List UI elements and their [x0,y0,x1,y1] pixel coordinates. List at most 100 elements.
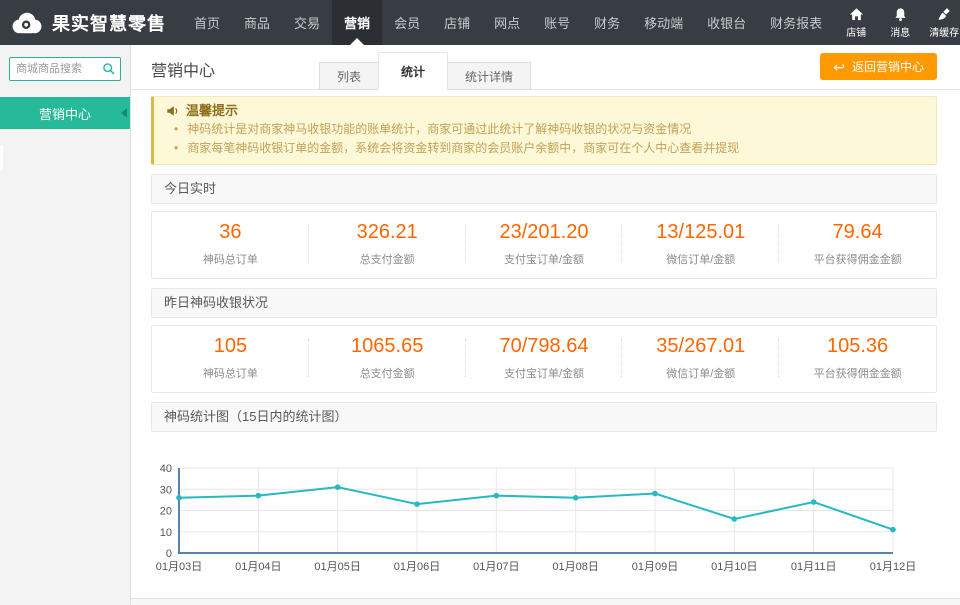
quick-shop-button[interactable]: 店铺 [834,7,878,39]
svg-text:01月08日: 01月08日 [552,561,598,573]
stat-label: 支付宝订单/金额 [503,368,585,380]
section-title: 昨日神码收银状况 [164,295,269,310]
nav-item-店铺[interactable]: 店铺 [432,0,482,45]
svg-text:20: 20 [160,506,172,518]
page-title: 营销中心 [151,63,216,80]
stat-总支付金额: 326.21 总支付金额 [309,221,466,267]
stat-label: 平台获得佣金金额 [813,368,902,380]
stat-label: 支付宝订单/金额 [503,254,585,266]
stat-神码总订单: 36 神码总订单 [152,221,309,267]
nav-item-交易[interactable]: 交易 [282,0,332,45]
sidebar-item-marketing-center[interactable]: 营销中心 [0,97,130,129]
svg-text:01月04日: 01月04日 [235,561,281,573]
svg-text:01月10日: 01月10日 [711,561,757,573]
nav-item-label: 营销 [344,16,371,31]
tab-statistics[interactable]: 统计 [378,52,449,90]
bell-icon [895,7,906,21]
svg-text:01月06日: 01月06日 [394,561,440,573]
stat-微信订单/金额: 13/125.01 微信订单/金额 [622,221,779,267]
svg-text:0: 0 [166,548,172,560]
home-icon [849,7,863,20]
svg-text:01月11日: 01月11日 [791,561,837,573]
yesterday-stats-card: 105 神码总订单 1065.65 总支付金额 70/798.64 支付宝订单/金额 35/… [151,325,937,393]
nav-item-网点[interactable]: 网点 [482,0,532,45]
back-button-label: 返回营销中心 [851,60,924,74]
chart-svg: 0 10 20 30 40 01月03日 01月04日 01月05日 01月06日 01月07日 0… [156,463,916,573]
tips-line: 商家每笔神码收银订单的金额，系统会将资金转到商家的会员账户余额中，商家可在个人中… [166,141,924,156]
section-title: 神码统计图（15日内的统计图） [164,409,348,424]
stat-支付宝订单/金额: 23/201.20 支付宝订单/金额 [466,221,623,267]
back-arrow-icon: ↩ [833,58,845,75]
quick-messages-button[interactable]: 消息 [878,7,922,39]
stat-label: 微信订单/金额 [666,254,736,266]
nav-item-商品[interactable]: 商品 [232,0,282,45]
nav-item-会员[interactable]: 会员 [382,0,432,45]
tips-box: 温馨提示 神码统计是对商家神马收银功能的账单统计，商家可通过此统计了解神码收银的… [151,96,937,165]
search-icon[interactable] [102,62,116,76]
sidebar: 营销中心 [0,45,130,605]
stat-label: 平台获得佣金金额 [813,254,902,266]
stat-value: 1065.65 [351,335,424,357]
section-header-yesterday: 昨日神码收银状况 [151,288,937,318]
stat-value: 326.21 [356,221,418,243]
tab-list[interactable]: 列表 [319,62,380,90]
today-stats-card: 36 神码总订单 326.21 总支付金额 23/201.20 支付宝订单/金额 13/12… [151,211,937,279]
brand-name: 果实智慧零售 [52,13,166,34]
svg-text:30: 30 [160,484,172,496]
megaphone-icon [167,105,178,116]
nav-item-label: 交易 [294,16,321,31]
svg-text:01月09日: 01月09日 [632,561,678,573]
nav-item-label: 收银台 [707,16,747,31]
nav-item-移动端[interactable]: 移动端 [632,0,695,45]
svg-text:10: 10 [160,527,172,539]
sidebar-item-label: 营销中心 [38,106,91,122]
nav-item-营销[interactable]: 营销 [332,0,383,45]
nav-item-label: 账号 [544,16,571,31]
stat-label: 微信订单/金额 [666,368,736,380]
stat-value: 105 [213,335,248,357]
nav-item-label: 财务报表 [770,16,823,31]
stat-value: 105.36 [827,335,889,357]
stat-支付宝订单/金额: 70/798.64 支付宝订单/金额 [466,335,623,381]
tips-title: 温馨提示 [186,103,239,118]
main-content: 营销中心 列表 统计 统计详情 ↩ 返回营销中心 温馨提示 • 神码统计是对商家… [130,45,960,605]
nav-item-label: 移动端 [644,16,684,31]
tab-statistics-detail[interactable]: 统计详情 [447,62,532,90]
nav-item-label: 会员 [394,16,421,31]
sidebar-search [9,57,121,81]
nav-item-财务报表[interactable]: 财务报表 [758,0,834,45]
quick-clear-cache-button[interactable]: 清缓存 [922,7,960,39]
nav-item-收银台[interactable]: 收银台 [695,0,758,45]
svg-text:01月12日: 01月12日 [870,561,916,573]
nav-item-label: 商品 [244,16,271,31]
stat-value: 13/125.01 [656,221,746,243]
section-header-chart: 神码统计图（15日内的统计图） [151,402,937,432]
tab-bar: 列表 统计 统计详情 [319,52,532,90]
stat-平台获得佣金金额: 105.36 平台获得佣金金额 [779,335,936,381]
topbar-nav: 首页 商品 交易 营销 会员 店铺 网点 账号 财务 移动端 收银台 财务报表 [182,0,834,45]
nav-item-账号[interactable]: 账号 [532,0,582,45]
stat-value: 23/201.20 [499,221,589,243]
active-nav-notch [350,38,365,45]
content-header: 营销中心 列表 统计 统计详情 ↩ 返回营销中心 [131,45,960,90]
quick-shop-label: 店铺 [846,27,867,39]
stat-平台获得佣金金额: 79.64 平台获得佣金金额 [779,221,936,267]
brand[interactable]: 果实智慧零售 [0,0,182,45]
page: 果实智慧零售 首页 商品 交易 营销 会员 店铺 网点 账号 财务 移动端 收银台 财务报表 店铺 消… [0,0,960,605]
stat-value: 70/798.64 [499,335,589,357]
svg-text:01月03日: 01月03日 [156,561,202,573]
topbar-quick: 店铺 消息 清缓存 [834,0,960,45]
quick-messages-label: 消息 [890,27,911,39]
nav-item-首页[interactable]: 首页 [182,0,232,45]
nav-item-label: 财务 [594,16,621,31]
nav-item-财务[interactable]: 财务 [582,0,632,45]
content-body: 温馨提示 神码统计是对商家神马收银功能的账单统计，商家可通过此统计了解神码收银的… [131,96,960,591]
stat-label: 总支付金额 [359,254,415,266]
stat-神码总订单: 105 神码总订单 [152,335,309,381]
topbar: 果实智慧零售 首页 商品 交易 营销 会员 店铺 网点 账号 财务 移动端 收银台 财务报表 店铺 消… [0,0,960,45]
sidebar-collapse-handle[interactable] [0,145,3,171]
stat-value: 36 [219,221,242,243]
chevron-left-icon [121,108,127,118]
nav-item-label: 店铺 [444,16,471,31]
back-to-marketing-button[interactable]: ↩ 返回营销中心 [820,53,937,80]
